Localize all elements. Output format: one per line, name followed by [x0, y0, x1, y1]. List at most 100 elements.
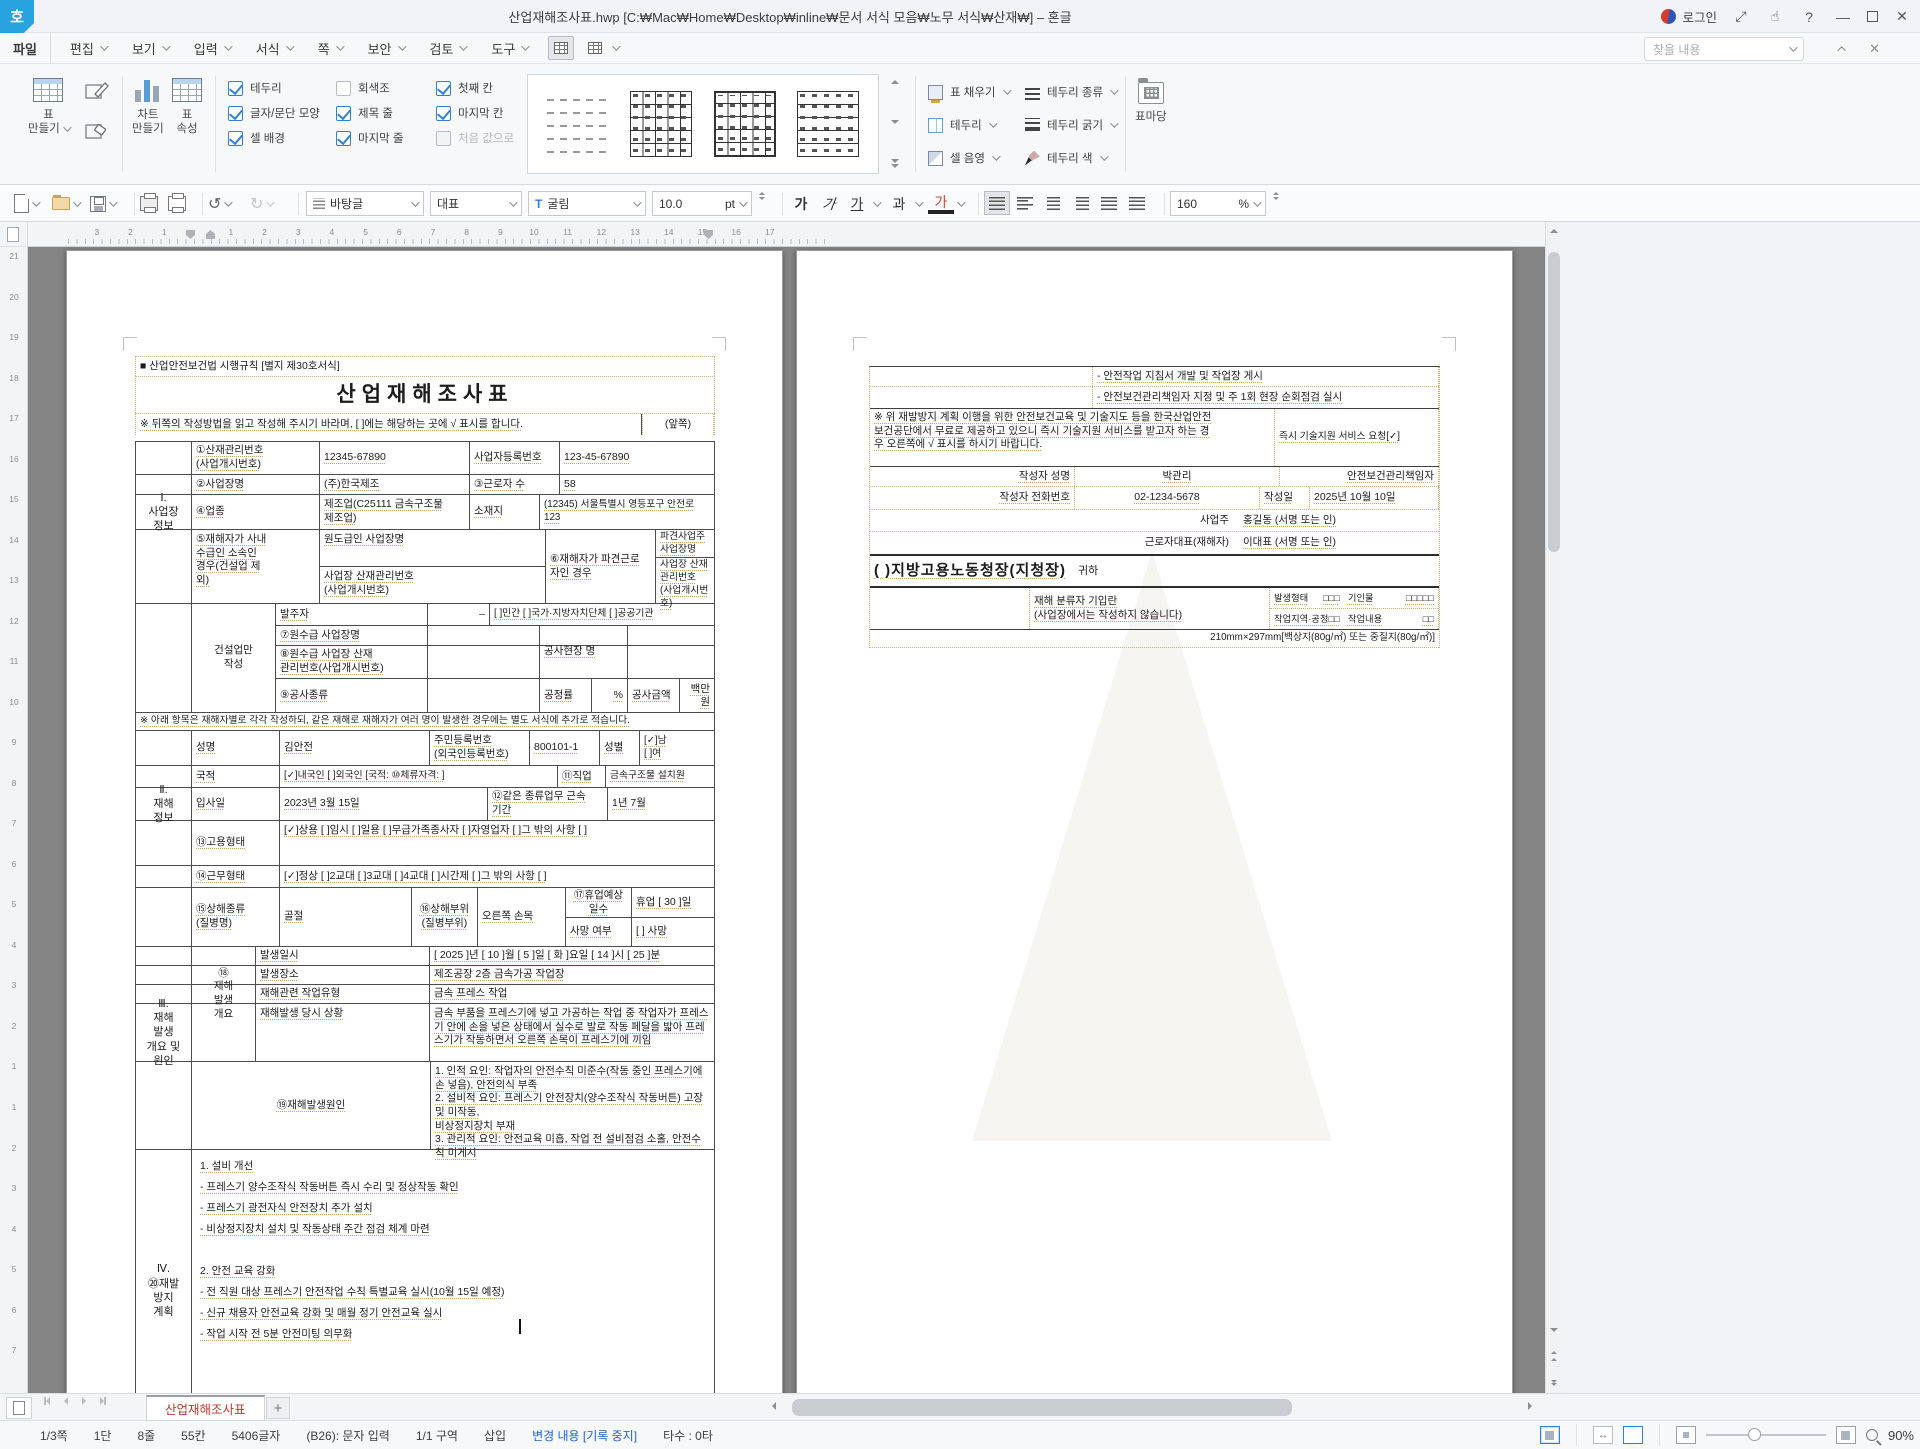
field-value[interactable]: [ ] 사망 — [632, 918, 714, 946]
align-right-button[interactable] — [1068, 191, 1094, 215]
field-value[interactable]: 제조업(C25111 금속구조물 제조업) — [320, 495, 470, 529]
field-value[interactable]: 123-45-67890 — [560, 442, 714, 474]
menu-insert[interactable]: 입력 — [181, 33, 243, 64]
menu-page[interactable]: 쪽 — [305, 33, 355, 64]
hscroll-left-icon[interactable] — [766, 1397, 782, 1415]
new-document-button[interactable] — [14, 191, 38, 216]
print-preview-button[interactable] — [168, 191, 186, 216]
field-value[interactable]: 오른쪽 손목 — [478, 888, 566, 946]
first-tab-icon[interactable] — [44, 1397, 50, 1405]
plan-continued-line[interactable]: - 안전보건관리책임자 지정 및 주 1회 현장 순회점검 실시 — [1093, 387, 1439, 408]
border-weight-button[interactable]: 테두리 굵기 — [1025, 117, 1116, 133]
tech-support-request[interactable]: 즉시 기술지원 서비스 요청[✓] — [1275, 409, 1439, 466]
expand-window-icon[interactable]: ⤢ — [1731, 8, 1751, 25]
field-value[interactable] — [628, 626, 714, 645]
font-select[interactable]: T굴림 — [528, 191, 646, 216]
table-fill-button[interactable]: 표 채우기 — [928, 84, 1009, 100]
field-value[interactable]: 이대표 (서명 또는 인) — [1239, 532, 1439, 554]
italic-button[interactable]: 가 — [814, 191, 844, 216]
chevron-down-icon[interactable] — [613, 42, 621, 50]
align-center-button[interactable] — [1040, 191, 1066, 215]
field-value[interactable]: 골절 — [280, 888, 412, 946]
field-value[interactable]: 제조공장 2층 금속가공 작업장 — [430, 966, 714, 984]
undo-button[interactable]: ↺ — [208, 191, 230, 216]
checkbox-border[interactable]: 테두리 — [228, 80, 320, 96]
field-value[interactable] — [428, 679, 540, 712]
zoom-out-page-icon[interactable] — [1676, 1426, 1696, 1444]
field-value[interactable]: [ 2025 ]년 [ 10 ]월 [ 5 ]일 [ 화 ]요일 [ 14 ]시… — [430, 947, 714, 965]
maximize-button[interactable] — [1867, 11, 1878, 22]
draw-table-button[interactable] — [85, 80, 109, 105]
field-value[interactable]: (주)한국제조 — [320, 475, 470, 494]
menu-security[interactable]: 보안 — [355, 33, 417, 64]
print-button[interactable] — [140, 191, 158, 216]
menu-file[interactable]: 파일 — [0, 33, 51, 64]
field-value[interactable]: 800101-1 — [530, 731, 600, 765]
menu-tools[interactable]: 도구 — [478, 33, 540, 64]
document-page-1[interactable]: ■ 산업안전보건법 시행규칙 [별지 제30호서식] 산업재해조사표 ※ 뒤쪽의… — [66, 250, 783, 1393]
zoom-slider-knob[interactable] — [1748, 1428, 1761, 1441]
checkbox-header-row[interactable]: 제목 줄 — [336, 105, 404, 121]
table-madang-button[interactable]: 표마당 — [1135, 82, 1167, 124]
table-style-thumbnail[interactable] — [630, 91, 692, 157]
save-button[interactable] — [90, 191, 115, 216]
field-value[interactable]: 2025년 10월 10일 — [1310, 487, 1439, 509]
document-page-2[interactable]: - 안전작업 지침서 개발 및 작업장 게시 - 안전보건관리책임자 지정 및 … — [796, 250, 1513, 1393]
next-tab-icon[interactable] — [82, 1397, 90, 1405]
field-value[interactable]: 02-1234-5678 — [1075, 487, 1260, 509]
ruler-corner-page-icon[interactable] — [7, 227, 19, 242]
document-tab[interactable]: 산업재해조사표 — [146, 1395, 265, 1421]
horizontal-scroll-thumb[interactable] — [792, 1399, 1292, 1416]
field-value[interactable] — [428, 646, 540, 678]
code-boxes[interactable]: □□□ — [1323, 592, 1340, 604]
add-tab-button[interactable]: + — [266, 1397, 290, 1419]
align-distribute-button[interactable] — [1096, 191, 1122, 215]
field-value[interactable]: 1년 7월 — [608, 788, 714, 820]
align-left-button[interactable] — [1012, 191, 1038, 215]
code-boxes[interactable]: □□ — [1329, 613, 1340, 625]
field-value[interactable]: [ ]민간 [ ]국가·지방자치단체 [ ]공공기관 — [490, 604, 714, 625]
table-style-thumbnail[interactable] — [547, 91, 609, 157]
previous-tab-icon[interactable] — [60, 1397, 68, 1405]
table-style-thumbnail[interactable] — [714, 91, 776, 157]
table-tab-active-button[interactable] — [548, 36, 574, 60]
field-value[interactable]: 2023년 3월 15일 — [280, 788, 488, 820]
cell-border-button[interactable]: 테두리 — [928, 117, 995, 133]
checkbox-first-column[interactable]: 첫째 칸 — [436, 80, 514, 96]
hscroll-right-icon[interactable] — [1522, 1397, 1538, 1415]
field-value[interactable]: 홍길동 (서명 또는 인) — [1239, 510, 1439, 531]
bold-button[interactable]: 가 — [788, 191, 814, 216]
horizontal-ruler[interactable]: 321 1234567891011121314151617 — [28, 222, 1545, 247]
char-spacing-button[interactable]: 과 — [886, 191, 921, 216]
table-layout-button[interactable] — [582, 36, 608, 60]
field-value[interactable]: 금속구조물 설치원 — [606, 766, 714, 787]
checkbox-char-shape[interactable]: 글자/문단 모양 — [228, 105, 320, 121]
ribbon-collapse-icon[interactable] — [1840, 41, 1846, 55]
field-value[interactable]: 1. 인적 요인: 작업자의 안전수칙 미준수(작동 중인 프레스기에 손 넣음… — [431, 1062, 714, 1149]
menu-view[interactable]: 보기 — [119, 33, 181, 64]
field-value[interactable]: 백만원 — [680, 679, 714, 712]
gallery-expand-icon[interactable] — [891, 159, 899, 168]
touch-mode-icon[interactable]: ☝ — [1765, 8, 1785, 25]
erase-table-button[interactable] — [85, 120, 109, 145]
plan-continued-line[interactable]: - 안전작업 지침서 개발 및 작업장 게시 — [1093, 367, 1439, 386]
border-color-button[interactable]: 테두리 색 — [1025, 150, 1106, 166]
page-layout-view-button[interactable] — [1540, 1426, 1560, 1444]
split-view-icon[interactable] — [6, 1397, 32, 1419]
field-value[interactable]: [✓]정상 [ ]2교대 [ ]3교대 [ ]4교대 [ ]시간제 [ ]그 밖… — [280, 866, 714, 887]
field-value[interactable]: 박관리 — [1075, 467, 1280, 486]
checkbox-grayscale[interactable]: 회색조 — [336, 80, 404, 96]
editor-zoom-stepper[interactable] — [1273, 193, 1279, 199]
field-value[interactable]: [✓]내국인 [ ]외국인 [국적: ⑩체류자격: ] — [280, 766, 558, 787]
checkbox-last-column[interactable]: 마지막 칸 — [436, 105, 514, 121]
field-value[interactable] — [628, 646, 714, 678]
table-properties-button[interactable]: 표 속성 — [172, 78, 202, 137]
style-set-select[interactable]: 대표 — [430, 191, 522, 216]
view-zoom-value[interactable]: 90% — [1888, 1428, 1914, 1443]
font-size-stepper[interactable] — [759, 193, 765, 199]
document-area[interactable]: ■ 산업안전보건법 시행규칙 [별지 제30호서식] 산업재해조사표 ※ 뒤쪽의… — [28, 247, 1545, 1393]
login-button[interactable]: 로그인 — [1661, 7, 1717, 26]
field-value[interactable]: [✓]상용 [ ]임시 [ ]일용 [ ]무급가족종사자 [ ]자영업자 [ ]… — [280, 821, 714, 865]
fit-width-view-button[interactable]: ↔ — [1593, 1426, 1613, 1444]
close-button[interactable]: ✕ — [1892, 8, 1912, 25]
